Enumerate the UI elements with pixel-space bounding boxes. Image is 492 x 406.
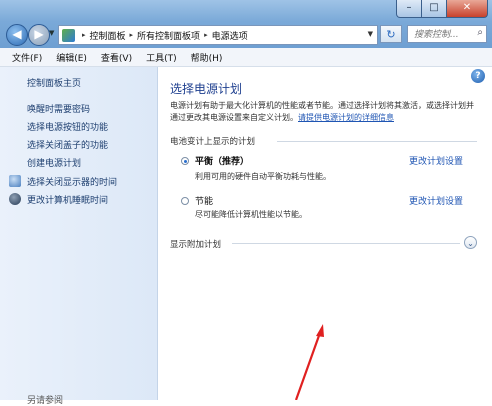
red-arrow-line (294, 329, 323, 400)
red-arrow-head (316, 324, 324, 337)
red-arrow-annotation (294, 324, 324, 400)
